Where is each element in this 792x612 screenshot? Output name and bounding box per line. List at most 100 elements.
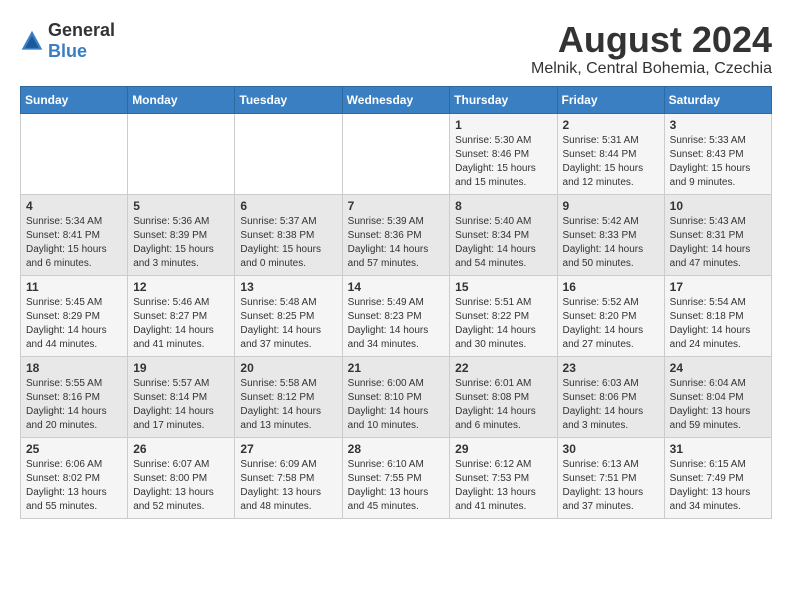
calendar: Sunday Monday Tuesday Wednesday Thursday… — [20, 86, 772, 519]
day-number: 16 — [563, 280, 659, 294]
day-number: 30 — [563, 442, 659, 456]
logo-general: General — [48, 20, 115, 41]
month-year: August 2024 — [531, 20, 772, 60]
calendar-cell: 24Sunrise: 6:04 AM Sunset: 8:04 PM Dayli… — [664, 356, 771, 437]
day-info: Sunrise: 6:06 AM Sunset: 8:02 PM Dayligh… — [26, 458, 122, 514]
location: Melnik, Central Bohemia, Czechia — [531, 60, 772, 78]
day-number: 4 — [26, 199, 122, 213]
calendar-cell: 19Sunrise: 5:57 AM Sunset: 8:14 PM Dayli… — [128, 356, 235, 437]
day-number: 27 — [240, 442, 336, 456]
header-tuesday: Tuesday — [235, 86, 342, 113]
day-number: 3 — [670, 118, 766, 132]
day-number: 20 — [240, 361, 336, 375]
day-info: Sunrise: 6:04 AM Sunset: 8:04 PM Dayligh… — [670, 377, 766, 433]
day-info: Sunrise: 5:31 AM Sunset: 8:44 PM Dayligh… — [563, 134, 659, 190]
calendar-cell: 26 Sunrise: 6:07 AM Sunset: 8:00 PM Dayli… — [128, 437, 235, 518]
calendar-cell: 20 Sunrise: 5:58 AM Sunset: 8:12 PM Dayli… — [235, 356, 342, 437]
day-info: Sunrise: 5:39 AM Sunset: 8:36 PM Dayligh… — [348, 215, 445, 271]
day-info: Sunrise: 6:09 AM Sunset: 7:58 PM Dayligh… — [240, 458, 336, 514]
day-number: 5 — [133, 199, 229, 213]
day-number: 28 — [348, 442, 445, 456]
day-info: Sunrise: 6:13 AM Sunset: 7:51 PM Dayligh… — [563, 458, 659, 514]
calendar-cell: 8 Sunrise: 5:40 AM Sunset: 8:34 PM Daylig… — [450, 194, 557, 275]
calendar-cell: 1Sunrise: 5:30 AM Sunset: 8:46 PM Daylig… — [450, 113, 557, 194]
logo: General Blue — [20, 20, 115, 62]
day-info: Sunrise: 5:54 AM Sunset: 8:18 PM Dayligh… — [670, 296, 766, 352]
header-wednesday: Wednesday — [342, 86, 450, 113]
day-number: 18 — [26, 361, 122, 375]
day-number: 11 — [26, 280, 122, 294]
calendar-cell: 21Sunrise: 6:00 AM Sunset: 8:10 PM Dayli… — [342, 356, 450, 437]
header-friday: Friday — [557, 86, 664, 113]
calendar-cell: 27 Sunrise: 6:09 AM Sunset: 7:58 PM Dayli… — [235, 437, 342, 518]
calendar-cell: 9Sunrise: 5:42 AM Sunset: 8:33 PM Daylig… — [557, 194, 664, 275]
logo-icon — [20, 29, 44, 53]
calendar-cell: 28 Sunrise: 6:10 AM Sunset: 7:55 PM Dayli… — [342, 437, 450, 518]
calendar-week-3: 11 Sunrise: 5:45 AM Sunset: 8:29 PM Dayli… — [21, 275, 772, 356]
header-saturday: Saturday — [664, 86, 771, 113]
day-number: 22 — [455, 361, 551, 375]
day-info: Sunrise: 5:36 AM Sunset: 8:39 PM Dayligh… — [133, 215, 229, 271]
day-info: Sunrise: 5:58 AM Sunset: 8:12 PM Dayligh… — [240, 377, 336, 433]
header: General Blue August 2024 Melnik, Central… — [20, 20, 772, 78]
day-info: Sunrise: 6:10 AM Sunset: 7:55 PM Dayligh… — [348, 458, 445, 514]
calendar-cell: 16Sunrise: 5:52 AM Sunset: 8:20 PM Dayli… — [557, 275, 664, 356]
day-number: 21 — [348, 361, 445, 375]
calendar-cell: 6 Sunrise: 5:37 AM Sunset: 8:38 PM Daylig… — [235, 194, 342, 275]
day-info: Sunrise: 5:49 AM Sunset: 8:23 PM Dayligh… — [348, 296, 445, 352]
day-number: 15 — [455, 280, 551, 294]
day-info: Sunrise: 5:48 AM Sunset: 8:25 PM Dayligh… — [240, 296, 336, 352]
day-number: 7 — [348, 199, 445, 213]
day-info: Sunrise: 5:34 AM Sunset: 8:41 PM Dayligh… — [26, 215, 122, 271]
calendar-cell — [235, 113, 342, 194]
day-info: Sunrise: 5:40 AM Sunset: 8:34 PM Dayligh… — [455, 215, 551, 271]
day-info: Sunrise: 5:51 AM Sunset: 8:22 PM Dayligh… — [455, 296, 551, 352]
calendar-cell: 2 Sunrise: 5:31 AM Sunset: 8:44 PM Daylig… — [557, 113, 664, 194]
calendar-cell: 4 Sunrise: 5:34 AM Sunset: 8:41 PM Daylig… — [21, 194, 128, 275]
day-number: 13 — [240, 280, 336, 294]
day-number: 31 — [670, 442, 766, 456]
day-number: 14 — [348, 280, 445, 294]
calendar-cell: 18Sunrise: 5:55 AM Sunset: 8:16 PM Dayli… — [21, 356, 128, 437]
day-info: Sunrise: 5:46 AM Sunset: 8:27 PM Dayligh… — [133, 296, 229, 352]
day-number: 29 — [455, 442, 551, 456]
day-info: Sunrise: 6:15 AM Sunset: 7:49 PM Dayligh… — [670, 458, 766, 514]
day-number: 23 — [563, 361, 659, 375]
calendar-cell: 12Sunrise: 5:46 AM Sunset: 8:27 PM Dayli… — [128, 275, 235, 356]
day-info: Sunrise: 5:37 AM Sunset: 8:38 PM Dayligh… — [240, 215, 336, 271]
day-number: 8 — [455, 199, 551, 213]
logo-blue: Blue — [48, 41, 115, 62]
calendar-cell: 11 Sunrise: 5:45 AM Sunset: 8:29 PM Dayli… — [21, 275, 128, 356]
calendar-cell: 17 Sunrise: 5:54 AM Sunset: 8:18 PM Dayli… — [664, 275, 771, 356]
calendar-cell — [128, 113, 235, 194]
day-number: 26 — [133, 442, 229, 456]
calendar-cell: 10Sunrise: 5:43 AM Sunset: 8:31 PM Dayli… — [664, 194, 771, 275]
calendar-week-5: 25 Sunrise: 6:06 AM Sunset: 8:02 PM Dayli… — [21, 437, 772, 518]
calendar-week-1: 1Sunrise: 5:30 AM Sunset: 8:46 PM Daylig… — [21, 113, 772, 194]
day-number: 17 — [670, 280, 766, 294]
header-sunday: Sunday — [21, 86, 128, 113]
calendar-cell: 23 Sunrise: 6:03 AM Sunset: 8:06 PM Dayli… — [557, 356, 664, 437]
day-info: Sunrise: 5:45 AM Sunset: 8:29 PM Dayligh… — [26, 296, 122, 352]
calendar-cell: 29 Sunrise: 6:12 AM Sunset: 7:53 PM Dayli… — [450, 437, 557, 518]
day-number: 10 — [670, 199, 766, 213]
calendar-cell: 31 Sunrise: 6:15 AM Sunset: 7:49 PM Dayli… — [664, 437, 771, 518]
weekday-header-row: Sunday Monday Tuesday Wednesday Thursday… — [21, 86, 772, 113]
calendar-cell — [342, 113, 450, 194]
calendar-cell: 13 Sunrise: 5:48 AM Sunset: 8:25 PM Dayli… — [235, 275, 342, 356]
day-number: 6 — [240, 199, 336, 213]
calendar-cell: 30 Sunrise: 6:13 AM Sunset: 7:51 PM Dayli… — [557, 437, 664, 518]
day-info: Sunrise: 5:42 AM Sunset: 8:33 PM Dayligh… — [563, 215, 659, 271]
day-info: Sunrise: 6:07 AM Sunset: 8:00 PM Dayligh… — [133, 458, 229, 514]
calendar-cell: 7 Sunrise: 5:39 AM Sunset: 8:36 PM Daylig… — [342, 194, 450, 275]
calendar-week-2: 4 Sunrise: 5:34 AM Sunset: 8:41 PM Daylig… — [21, 194, 772, 275]
day-number: 19 — [133, 361, 229, 375]
day-number: 2 — [563, 118, 659, 132]
calendar-week-4: 18Sunrise: 5:55 AM Sunset: 8:16 PM Dayli… — [21, 356, 772, 437]
day-number: 1 — [455, 118, 551, 132]
day-info: Sunrise: 6:12 AM Sunset: 7:53 PM Dayligh… — [455, 458, 551, 514]
calendar-cell: 22Sunrise: 6:01 AM Sunset: 8:08 PM Dayli… — [450, 356, 557, 437]
day-info: Sunrise: 6:03 AM Sunset: 8:06 PM Dayligh… — [563, 377, 659, 433]
day-number: 25 — [26, 442, 122, 456]
header-thursday: Thursday — [450, 86, 557, 113]
